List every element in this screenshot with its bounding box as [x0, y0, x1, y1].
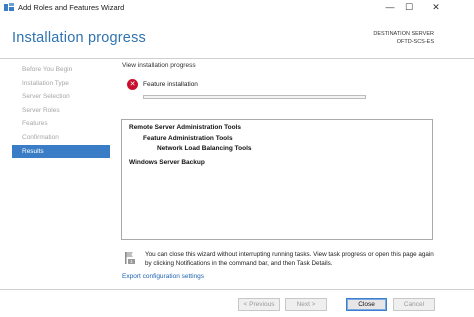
- title-bar: Add Roles and Features Wizard — ☐ ✕: [0, 0, 474, 16]
- results-list[interactable]: Remote Server Administration Tools Featu…: [121, 119, 433, 240]
- installation-status-text: Feature installation: [143, 81, 198, 88]
- window-title: Add Roles and Features Wizard: [18, 3, 125, 12]
- close-button[interactable]: Close: [346, 298, 387, 311]
- nav-item-features: Features: [22, 120, 48, 128]
- error-icon: ✕: [127, 79, 138, 90]
- window-close-button[interactable]: ✕: [422, 0, 450, 16]
- installation-progress-bar: [143, 95, 366, 99]
- nav-item-confirmation: Confirmation: [22, 133, 59, 141]
- footer-divider: [0, 289, 474, 290]
- header-divider: [0, 58, 474, 59]
- notification-flag-icon: 1: [125, 252, 135, 264]
- export-configuration-link[interactable]: Export configuration settings: [122, 273, 204, 280]
- nav-item-server-selection: Server Selection: [22, 93, 70, 101]
- section-subtitle: View installation progress: [122, 62, 196, 69]
- previous-button[interactable]: < Previous: [238, 298, 280, 311]
- server-manager-icon: [4, 3, 14, 11]
- maximize-button[interactable]: ☐: [395, 0, 423, 16]
- nav-item-results[interactable]: Results: [12, 144, 110, 159]
- result-item: Windows Server Backup: [129, 158, 205, 166]
- background-task-note: You can close this wizard without interr…: [145, 251, 434, 267]
- destination-server-label: DESTINATION SERVER: [373, 31, 434, 37]
- nav-item-installation-type: Installation Type: [22, 79, 69, 87]
- result-item: Remote Server Administration Tools: [129, 124, 241, 131]
- nav-item-before-you-begin: Before You Begin: [22, 66, 73, 73]
- next-button[interactable]: Next >: [285, 298, 327, 311]
- wizard-steps-nav: Before You Begin Installation Type Serve…: [12, 63, 110, 159]
- result-item: Network Load Balancing Tools: [157, 145, 252, 152]
- nav-item-server-roles: Server Roles: [22, 106, 60, 114]
- result-item: Feature Administration Tools: [143, 134, 233, 142]
- page-title: Installation progress: [12, 30, 146, 46]
- cancel-button[interactable]: Cancel: [393, 298, 435, 311]
- destination-server-name: OFTD-SCS-ES: [396, 39, 434, 45]
